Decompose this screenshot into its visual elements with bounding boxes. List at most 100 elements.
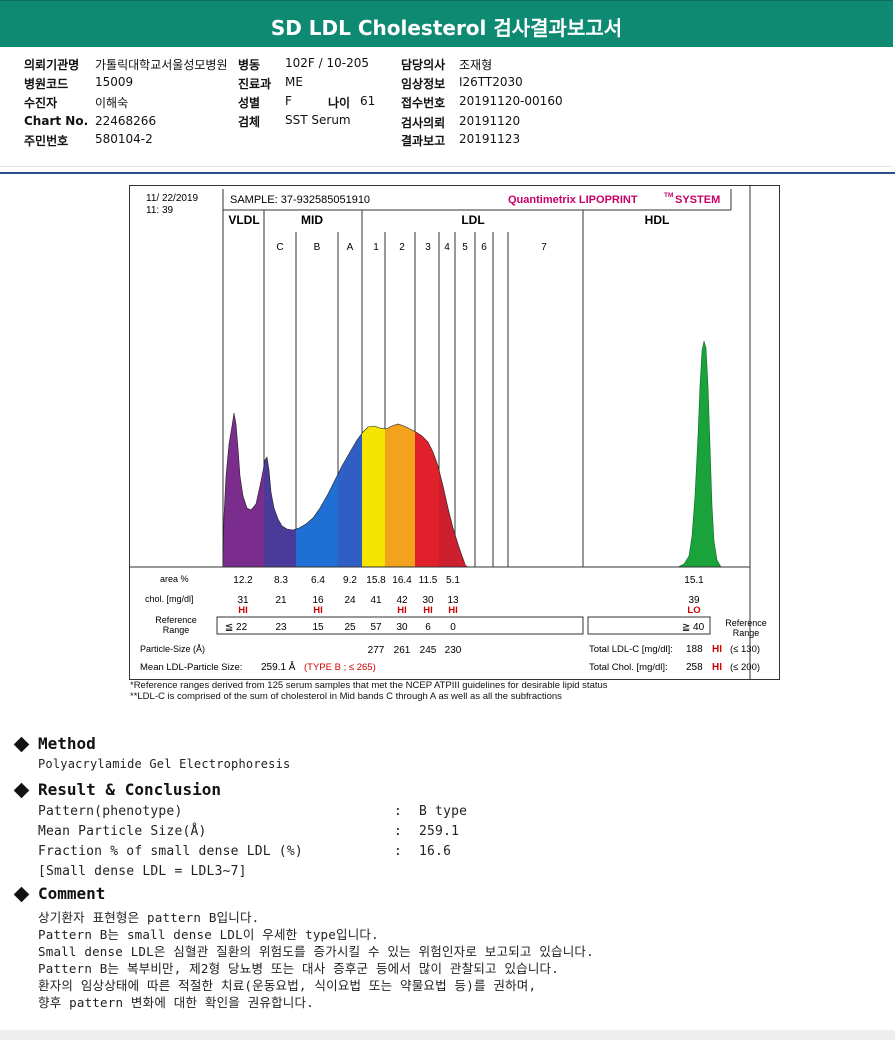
hospital-code-value: 15009	[95, 75, 134, 89]
band-label-2: 2	[399, 242, 405, 253]
section-divider	[0, 172, 895, 174]
fill-vldl	[223, 413, 264, 567]
particle-size-value: 261	[394, 645, 411, 656]
clinical-info-label: 임상정보	[401, 77, 446, 91]
total-ldl-ref: (≤ 130)	[730, 644, 760, 655]
result-label-pattern: Pattern(phenotype)	[38, 804, 183, 819]
particle-size-value: 277	[368, 645, 385, 656]
chart-no-label: Chart No.	[24, 114, 89, 128]
area-value: 16.4	[392, 575, 412, 586]
ward-value: 102F / 10-205	[285, 56, 369, 70]
receipt-number-label: 접수번호	[401, 96, 446, 110]
comment-heading: Comment	[38, 884, 106, 903]
row-label-area: area %	[160, 574, 189, 584]
method-text: Polyacrylamide Gel Electrophoresis	[38, 757, 291, 771]
patient-name-value: 이해숙	[95, 96, 129, 110]
area-value: 15.8	[366, 575, 386, 586]
test-request-value: 20191120	[459, 114, 521, 128]
mean-size-label: Mean LDL-Particle Size:	[140, 662, 242, 673]
age-label: 나이	[328, 96, 351, 110]
chart-date: 11/ 22/2019	[146, 193, 199, 204]
result-value-fraction: 16.6	[419, 844, 452, 859]
band-label-A: A	[347, 242, 354, 253]
report-title: SD LDL Cholesterol 검사결과보고서	[270, 16, 623, 40]
department-label: 진료과	[238, 77, 272, 91]
chol-flag: LO	[687, 605, 700, 616]
report-title-bar: SD LDL Cholesterol 검사결과보고서	[0, 0, 893, 47]
reference-value: 57	[370, 622, 382, 633]
total-ldl-flag: HI	[712, 644, 722, 655]
chart-time: 11: 39	[146, 205, 173, 216]
area-value: 15.1	[684, 575, 704, 586]
brand-name: Quantimetrix LIPOPRINT	[508, 194, 638, 206]
chol-value: 21	[275, 595, 287, 606]
total-chol-ref: (≤ 200)	[730, 662, 760, 673]
lipoprint-chart: 11/ 22/2019 11: 39 SAMPLE: 37-9325850519…	[129, 185, 780, 680]
total-chol-label: Total Chol. [mg/dl]:	[589, 662, 668, 673]
brand-tm: TM	[664, 192, 673, 199]
footnote-1: *Reference ranges derived from 125 serum…	[130, 680, 608, 691]
row-label-ref-right: Reference Range	[725, 618, 767, 638]
total-ldl-label: Total LDL-C [mg/dl]:	[589, 644, 673, 655]
result-value-mean-size: 259.1	[419, 824, 460, 839]
result-note: [Small dense LDL = LDL3~7]	[38, 864, 247, 879]
page-footer-bar	[0, 1030, 895, 1040]
area-value: 8.3	[274, 575, 288, 586]
particle-size-value: 245	[420, 645, 437, 656]
result-report-value: 20191123	[459, 132, 521, 146]
band-label-5: 5	[462, 242, 468, 253]
chol-value: 41	[370, 595, 382, 606]
total-ldl-value: 188	[686, 644, 703, 655]
result-sep-2: :	[394, 824, 403, 839]
chol-flag: HI	[448, 605, 458, 616]
row-label-particle-size: Particle-Size (Å)	[140, 644, 205, 654]
chart-no-value: 22468266	[95, 114, 157, 128]
department-value: ME	[285, 75, 303, 89]
method-heading: Method	[38, 734, 96, 753]
reference-value: ≦ 22	[225, 622, 248, 633]
ward-label: 병동	[238, 58, 261, 72]
result-report-label: 결과보고	[401, 134, 446, 148]
brand-system: SYSTEM	[675, 194, 720, 206]
reference-value: 30	[396, 622, 408, 633]
row-label-ref: Reference Range	[155, 615, 197, 635]
resident-number-label: 주민번호	[24, 134, 69, 148]
group-mid: MID	[301, 213, 323, 227]
comment-line-6: 향후 pattern 변화에 대한 확인을 권유합니다.	[38, 995, 314, 1010]
chol-flag: HI	[238, 605, 248, 616]
sex-value: F	[285, 94, 292, 108]
group-hdl: HDL	[645, 213, 670, 227]
result-sep-1: :	[394, 804, 403, 819]
total-chol-value: 258	[686, 662, 703, 673]
reference-value: 15	[312, 622, 324, 633]
physician-value: 조재형	[459, 58, 493, 72]
requesting-institution-label: 의뢰기관명	[24, 58, 80, 72]
result-label-fraction: Fraction % of small dense LDL (%)	[38, 844, 303, 859]
mean-size-value: 259.1 Å	[261, 660, 296, 673]
sex-label: 성별	[238, 96, 261, 110]
clinical-info-value: I26TT2030	[459, 75, 523, 89]
area-value: 12.2	[233, 575, 253, 586]
hospital-code-label: 병원코드	[24, 77, 69, 91]
total-chol-flag: HI	[712, 662, 722, 673]
mean-size-type: (TYPE B ; ≤ 265)	[304, 662, 376, 673]
result-heading: Result & Conclusion	[38, 780, 222, 799]
hdl-peak	[677, 340, 722, 568]
physician-label: 담당의사	[401, 58, 446, 72]
band-label-1: 1	[373, 242, 379, 253]
patient-info-panel: 의뢰기관명 가톨릭대학교서울성모병원 병원코드 15009 수진자 이해숙 Ch…	[0, 46, 893, 167]
method-bullet-icon	[13, 736, 30, 753]
receipt-number-value: 20191120-00160	[459, 94, 563, 108]
group-vldl: VLDL	[228, 213, 259, 227]
result-label-mean-size: Mean Particle Size(Å)	[38, 824, 207, 839]
requesting-institution-value: 가톨릭대학교서울성모병원	[95, 58, 228, 72]
chol-value: 24	[344, 595, 356, 606]
reference-value: 6	[425, 622, 431, 633]
result-value-pattern: B type	[419, 804, 468, 819]
area-value: 9.2	[343, 575, 357, 586]
chol-flag: HI	[423, 605, 433, 616]
band-label-B: B	[314, 242, 321, 253]
band-label-3: 3	[425, 242, 431, 253]
age-value: 61	[360, 94, 376, 108]
result-sep-3: :	[394, 844, 403, 859]
